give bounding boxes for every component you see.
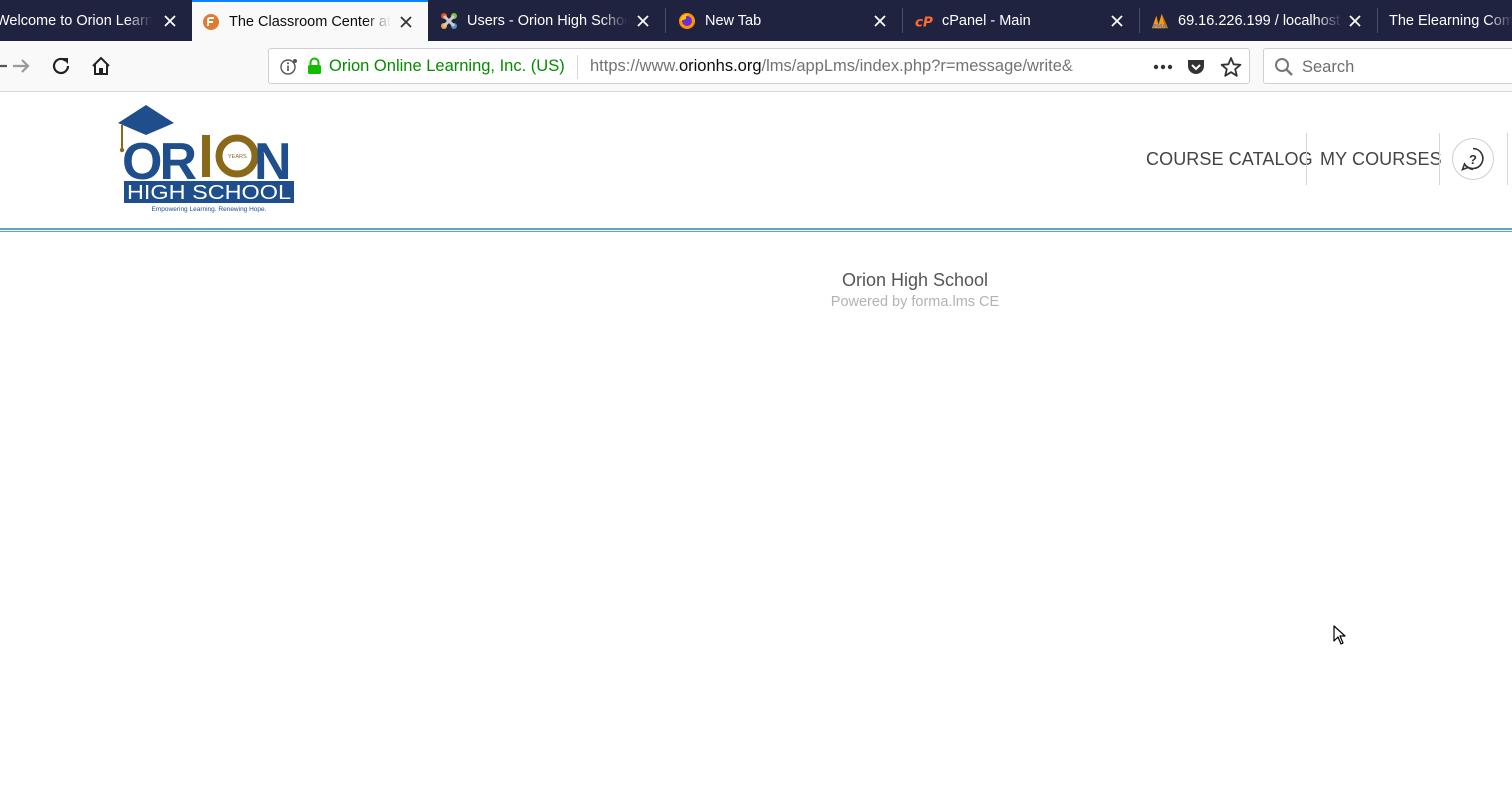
url-domain: orionhs.org	[678, 57, 762, 75]
page-footer: Orion High School Powered by forma.lms C…	[615, 270, 1215, 310]
logo-years: YEARS	[228, 154, 247, 160]
nav-my-courses-label: MY COURSES	[1320, 148, 1442, 169]
tab-title: 69.16.226.199 / localhost	[1178, 12, 1342, 29]
reload-button[interactable]	[48, 53, 74, 79]
close-tab-icon[interactable]	[1347, 13, 1363, 29]
url-prefix: https://www.	[590, 57, 679, 75]
close-tab-icon[interactable]	[1109, 13, 1125, 29]
header-divider	[0, 228, 1512, 230]
site-header: OR YEARS N HIGH SCHOOL Empowering Learni…	[0, 92, 1512, 228]
svg-text:PMA: PMA	[1153, 24, 1167, 30]
logo-sub: HIGH SCHOOL	[127, 182, 291, 204]
close-tab-icon[interactable]	[635, 13, 651, 29]
tab-title: cPanel - Main	[942, 12, 1102, 29]
tab-title: Users - Orion High School	[467, 12, 627, 29]
reload-icon	[52, 57, 70, 75]
header-divider-thin	[0, 231, 1512, 232]
tab-title: The Elearning Com	[1389, 12, 1512, 29]
search-placeholder: Search	[1302, 58, 1355, 76]
forma-lms-icon	[202, 13, 220, 31]
browser-toolbar: Orion Online Learning, Inc. (US) https:/…	[0, 41, 1512, 92]
search-box[interactable]: Search	[1263, 48, 1512, 84]
mouse-cursor-icon	[1333, 625, 1346, 645]
firefox-icon	[678, 12, 696, 30]
address-bar[interactable]: Orion Online Learning, Inc. (US) https:/…	[268, 48, 1250, 84]
joomla-icon	[440, 12, 458, 30]
forward-button[interactable]	[8, 53, 34, 79]
browser-tab-classroom-center[interactable]: The Classroom Center at Orion	[192, 0, 428, 41]
home-icon	[92, 56, 110, 75]
phpmyadmin-icon: PMA	[1151, 12, 1169, 30]
nav-course-catalog[interactable]: COURSE CATALOG	[1146, 133, 1313, 185]
browser-tab-elearning[interactable]: The Elearning Com	[1378, 0, 1512, 41]
search-icon	[1275, 58, 1293, 76]
browser-tab-new-tab[interactable]: New Tab	[666, 0, 902, 41]
browser-tab-strip: Welcome to Orion Learning The Classroom …	[0, 0, 1512, 41]
close-tab-icon[interactable]	[872, 13, 888, 29]
cpanel-icon: cP	[915, 12, 933, 30]
forward-arrow-icon	[13, 59, 30, 73]
pocket-icon[interactable]	[1185, 56, 1207, 78]
lock-icon[interactable]	[307, 57, 322, 75]
footer-powered-by[interactable]: Powered by forma.lms CE	[615, 294, 1215, 310]
help-button[interactable]: ?	[1452, 138, 1494, 180]
page-info-icon[interactable]	[280, 58, 298, 76]
page-actions-icon[interactable]	[1151, 57, 1175, 77]
footer-site-name: Orion High School	[841, 270, 989, 290]
browser-tab-welcome[interactable]: Welcome to Orion Learning	[0, 0, 192, 41]
tab-title: New Tab	[705, 12, 865, 29]
close-tab-icon[interactable]	[398, 14, 414, 30]
svg-text:?: ?	[1469, 152, 1477, 167]
browser-tab-phpmyadmin[interactable]: PMA 69.16.226.199 / localhost	[1140, 0, 1377, 41]
nav-course-catalog-label: COURSE CATALOG	[1146, 148, 1313, 169]
bookmark-star-icon[interactable]	[1220, 56, 1242, 78]
browser-tab-users[interactable]: Users - Orion High School	[428, 0, 665, 41]
tab-title: The Classroom Center at Orion	[229, 13, 391, 30]
site-identity-label[interactable]: Orion Online Learning, Inc. (US)	[329, 57, 565, 76]
logo-tagline: Empowering Learning. Renewing Hope.	[152, 206, 267, 213]
svg-text:cP: cP	[915, 14, 933, 30]
url-path: /lms/appLms/index.php?r=message/write&	[761, 57, 1073, 75]
url-text[interactable]: https://www.orionhs.org/lms/appLms/index…	[590, 57, 1105, 76]
help-chat-icon: ?	[1461, 147, 1484, 171]
orion-high-school-logo[interactable]: OR YEARS N HIGH SCHOOL Empowering Learni…	[116, 103, 296, 215]
close-tab-icon[interactable]	[162, 13, 178, 29]
tab-title: Welcome to Orion Learning	[0, 12, 152, 29]
home-button[interactable]	[88, 53, 114, 79]
nav-my-courses[interactable]: MY COURSES	[1320, 133, 1442, 185]
browser-tab-cpanel[interactable]: cP cPanel - Main	[903, 0, 1139, 41]
